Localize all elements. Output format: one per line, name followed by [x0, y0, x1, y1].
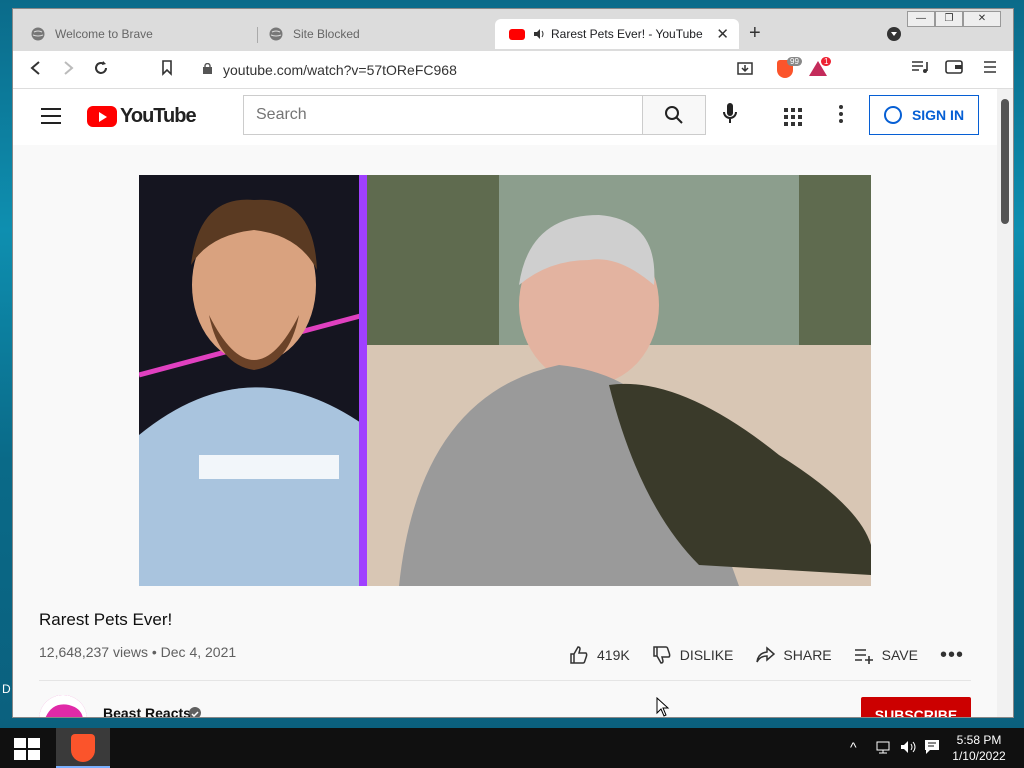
- thumbs-up-icon: [570, 646, 588, 664]
- bookmark-icon[interactable]: [161, 60, 173, 76]
- browser-toolbar: youtube.com/watch?v=57tOReFC968 99 1: [13, 51, 1013, 89]
- new-tab-button[interactable]: +: [749, 22, 761, 45]
- brave-logo-icon: [71, 734, 95, 762]
- volume-icon[interactable]: [900, 739, 918, 755]
- share-label: SHARE: [783, 647, 832, 663]
- restore-button[interactable]: ❐: [935, 11, 963, 27]
- address-bar[interactable]: youtube.com/watch?v=57tOReFC968: [223, 62, 457, 78]
- sign-in-label: SIGN IN: [911, 107, 965, 123]
- sign-in-button[interactable]: SIGN IN: [869, 95, 979, 135]
- close-tab-icon[interactable]: ✕: [716, 25, 729, 43]
- dislike-label: DISLIKE: [679, 647, 734, 663]
- shield-badge: 99: [787, 57, 802, 66]
- settings-more-icon[interactable]: [839, 105, 843, 126]
- tab-title: Rarest Pets Ever! - YouTube: [551, 27, 703, 41]
- page-scrollbar[interactable]: [997, 89, 1013, 717]
- scroll-thumb[interactable]: [1001, 99, 1009, 224]
- taskbar-brave-button[interactable]: [56, 728, 110, 768]
- channel-name[interactable]: Beast Reacts: [103, 705, 191, 717]
- tab-site-blocked[interactable]: Site Blocked: [255, 19, 495, 49]
- dislike-button[interactable]: DISLIKE: [652, 645, 734, 665]
- youtube-logo[interactable]: YouTube: [87, 105, 197, 128]
- video-frame: [139, 175, 871, 586]
- thumbs-down-icon: [652, 646, 671, 664]
- search-icon: [665, 106, 683, 124]
- close-window-button[interactable]: ✕: [963, 11, 1001, 27]
- save-button[interactable]: SAVE: [854, 645, 918, 665]
- taskbar: ^ 5:58 PM 1/10/2022: [0, 728, 1024, 768]
- add-to-playlist-icon: [854, 649, 873, 664]
- share-icon: [756, 646, 776, 663]
- video-player[interactable]: [139, 175, 871, 586]
- subscribe-button[interactable]: SUBSCRIBE: [861, 697, 971, 717]
- upload-date: Dec 4, 2021: [160, 644, 237, 660]
- search-box: [243, 95, 643, 135]
- youtube-play-icon: [87, 106, 117, 127]
- forward-icon[interactable]: [61, 60, 75, 76]
- like-count: 419K: [597, 647, 630, 663]
- menu-icon[interactable]: [983, 60, 997, 74]
- taskbar-clock[interactable]: 5:58 PM 1/10/2022: [944, 732, 1014, 764]
- video-meta: 12,648,237 views • Dec 4, 2021: [39, 644, 236, 660]
- user-icon: [883, 106, 902, 124]
- search-button[interactable]: [642, 95, 706, 135]
- more-actions-icon[interactable]: •••: [940, 644, 964, 667]
- share-button[interactable]: SHARE: [755, 645, 832, 665]
- tab-youtube-active[interactable]: Rarest Pets Ever! - YouTube ✕: [495, 19, 739, 49]
- guide-menu-icon[interactable]: [41, 108, 61, 124]
- channel-avatar[interactable]: [39, 695, 87, 717]
- tab-strip: Welcome to Brave Site Blocked Rarest Pet…: [13, 9, 1013, 51]
- tab-search-menu-icon[interactable]: [887, 27, 901, 41]
- channel-avatar-image: [39, 695, 87, 717]
- youtube-header: YouTube SIGN IN: [13, 89, 997, 145]
- save-label: SAVE: [881, 647, 918, 663]
- clock-date: 1/10/2022: [952, 749, 1006, 763]
- apps-grid-icon[interactable]: [784, 108, 802, 126]
- youtube-page: YouTube SIGN IN: [13, 89, 997, 717]
- tab-welcome[interactable]: Welcome to Brave: [17, 19, 257, 49]
- reload-icon[interactable]: [93, 60, 109, 76]
- tray-chevron-icon[interactable]: ^: [850, 739, 857, 755]
- notifications-icon[interactable]: [924, 739, 940, 755]
- view-count: 12,648,237 views: [39, 644, 148, 660]
- verified-badge-icon: [189, 707, 201, 717]
- search-input[interactable]: [244, 96, 642, 134]
- playlist-icon[interactable]: [911, 60, 929, 74]
- video-actions: 419K DISLIKE SHARE SAVE •••: [569, 644, 964, 666]
- tab-title: Site Blocked: [293, 27, 360, 41]
- rewards-badge: 1: [821, 57, 832, 66]
- globe-icon: [31, 27, 45, 41]
- window-controls: — ❐ ✕: [907, 11, 1001, 27]
- download-icon[interactable]: [737, 60, 753, 76]
- speaker-icon: [534, 29, 544, 39]
- youtube-wordmark: YouTube: [120, 105, 197, 127]
- mouse-cursor-icon: [656, 697, 670, 717]
- back-icon[interactable]: [29, 60, 43, 76]
- video-title: Rarest Pets Ever!: [39, 610, 173, 629]
- tab-title: Welcome to Brave: [55, 27, 153, 41]
- like-button[interactable]: 419K: [569, 645, 630, 665]
- browser-window: Welcome to Brave Site Blocked Rarest Pet…: [12, 8, 1014, 718]
- windows-start-icon[interactable]: [14, 738, 40, 760]
- youtube-icon: [509, 28, 525, 40]
- microphone-icon[interactable]: [723, 103, 737, 125]
- wallet-icon[interactable]: [945, 60, 963, 74]
- divider: [39, 680, 971, 681]
- minimize-button[interactable]: —: [907, 11, 935, 27]
- globe-icon: [269, 27, 283, 41]
- meta-separator: •: [151, 644, 157, 660]
- clock-time: 5:58 PM: [956, 733, 1002, 747]
- lock-icon: [203, 63, 212, 74]
- network-icon[interactable]: [876, 739, 894, 755]
- desktop-edge-label: D: [2, 682, 11, 696]
